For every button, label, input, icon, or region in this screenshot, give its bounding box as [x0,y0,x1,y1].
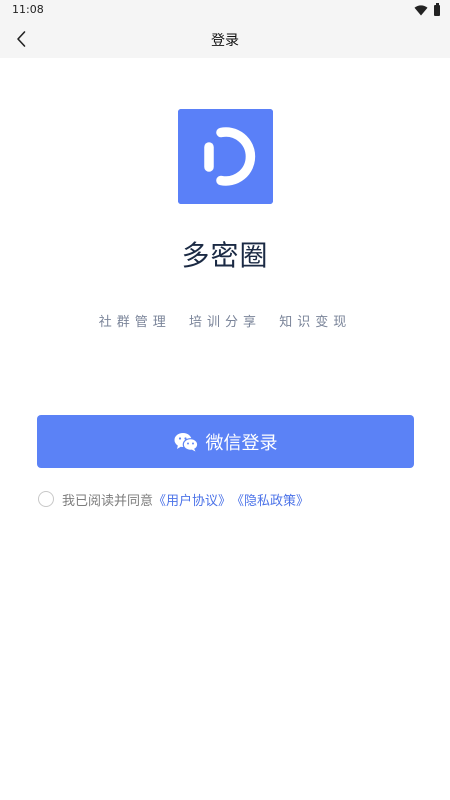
login-screen: 11:08 登录 多密圈 社群管理 培训分享 知识变现 微信登录 我已阅读并同意… [0,0,450,800]
app-name: 多密圈 [181,239,269,272]
nav-bar: 登录 [0,20,450,58]
wechat-login-label: 微信登录 [205,432,278,454]
wechat-icon [174,432,198,451]
status-bar: 11:08 [0,0,450,20]
user-agreement-link[interactable]: 《用户协议》 [153,490,231,509]
agreement-row: 我已阅读并同意 《用户协议》 《隐私政策》 [38,490,309,509]
app-tagline: 社群管理 培训分享 知识变现 [98,315,352,330]
page-title: 登录 [211,33,239,49]
status-icons [414,2,440,16]
wifi-icon [414,5,428,16]
status-time: 11:08 [12,3,44,16]
battery-icon [434,2,440,16]
agreement-text: 我已阅读并同意 [62,493,154,509]
wechat-login-button[interactable]: 微信登录 [37,415,414,468]
privacy-policy-link[interactable]: 《隐私政策》 [231,490,309,509]
agreement-checkbox[interactable] [38,491,54,507]
app-logo [178,109,273,204]
app-logo-icon [178,109,273,204]
